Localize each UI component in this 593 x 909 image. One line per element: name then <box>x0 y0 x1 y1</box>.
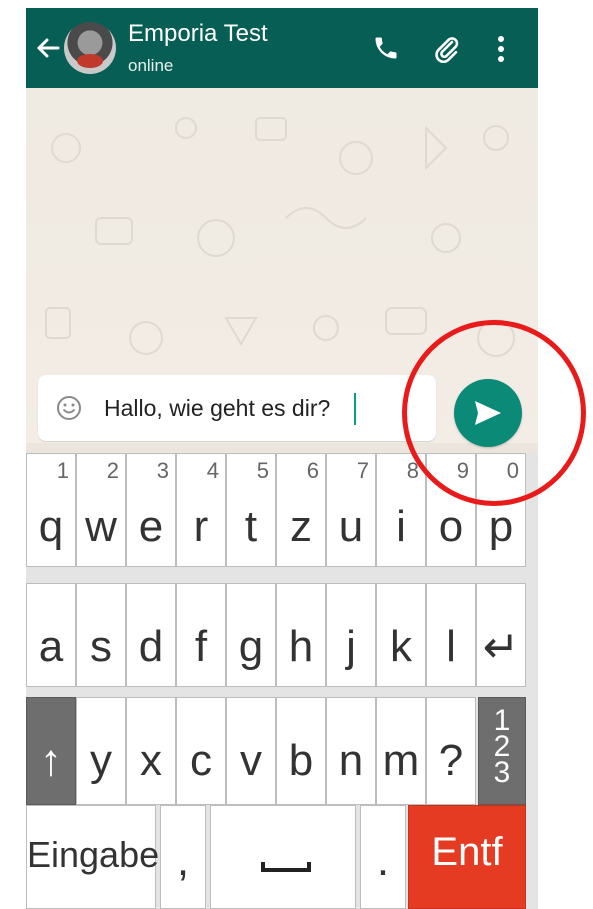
key-d[interactable]: d <box>126 583 176 687</box>
key-label: w <box>85 502 117 551</box>
key-label: m <box>382 736 420 785</box>
key-label: l <box>446 622 456 671</box>
key-x[interactable]: x <box>126 697 176 805</box>
key-label: j <box>346 622 356 671</box>
key-label: o <box>438 502 464 551</box>
key-label: . <box>376 836 390 885</box>
paperclip-icon[interactable] <box>432 34 462 64</box>
key-e[interactable]: 3e <box>126 453 176 567</box>
key-label: f <box>194 622 208 671</box>
message-composer <box>38 375 436 441</box>
key-label: n <box>338 736 364 785</box>
phone-icon[interactable] <box>372 34 400 62</box>
avatar[interactable] <box>64 22 116 74</box>
key-return[interactable]: ↵ <box>476 583 526 687</box>
key-z[interactable]: 6z <box>276 453 326 567</box>
key-question[interactable]: ? <box>426 697 476 805</box>
key-number: 3 <box>156 458 169 483</box>
key-label: u <box>338 502 364 551</box>
key-label: z <box>290 502 312 551</box>
key-number: 7 <box>356 458 369 483</box>
key-number: 4 <box>206 458 219 483</box>
key-j[interactable]: j <box>326 583 376 687</box>
key-k[interactable]: k <box>376 583 426 687</box>
key-s[interactable]: s <box>76 583 126 687</box>
key-label: y <box>90 736 112 785</box>
key-label: ? <box>438 736 464 785</box>
key-c[interactable]: c <box>176 697 226 805</box>
key-label: d <box>138 622 164 671</box>
key-label: x <box>140 736 162 785</box>
avatar-detail <box>77 54 103 68</box>
key-label: b <box>288 736 314 785</box>
key-b[interactable]: b <box>276 697 326 805</box>
key-label: Entf <box>431 830 503 874</box>
key-space[interactable] <box>210 805 356 909</box>
key-label: 1 2 3 <box>493 704 511 789</box>
key-numbers[interactable]: 1 2 3 <box>478 697 526 805</box>
key-t[interactable]: 5t <box>226 453 276 567</box>
key-n[interactable]: n <box>326 697 376 805</box>
return-icon: ↵ <box>482 623 520 672</box>
key-y[interactable]: y <box>76 697 126 805</box>
key-shift[interactable]: ↑ <box>26 697 76 805</box>
key-label: q <box>38 502 64 551</box>
key-q[interactable]: 1q <box>26 453 76 567</box>
space-icon <box>261 862 311 872</box>
keyboard: 1q 2w 3e 4r 5t 6z 7u 8i 9o 0p a s d f g … <box>26 453 538 909</box>
key-label: g <box>238 622 264 671</box>
key-delete[interactable]: Entf <box>408 805 526 909</box>
message-input[interactable] <box>104 393 424 423</box>
contact-status: online <box>128 56 174 75</box>
highlight-circle <box>402 320 586 506</box>
contact-name[interactable]: Emporia Test <box>128 20 268 48</box>
key-a[interactable]: a <box>26 583 76 687</box>
key-label: a <box>38 622 64 671</box>
key-w[interactable]: 2w <box>76 453 126 567</box>
key-u[interactable]: 7u <box>326 453 376 567</box>
key-label: h <box>288 622 314 671</box>
key-label: s <box>90 622 112 671</box>
chat-header: Emporia Test online <box>26 8 538 88</box>
key-number: 2 <box>106 458 119 483</box>
key-f[interactable]: f <box>176 583 226 687</box>
key-g[interactable]: g <box>226 583 276 687</box>
key-period[interactable]: . <box>360 805 406 909</box>
key-number: 5 <box>256 458 269 483</box>
key-v[interactable]: v <box>226 697 276 805</box>
key-number: 6 <box>306 458 319 483</box>
text-cursor <box>354 393 356 425</box>
key-h[interactable]: h <box>276 583 326 687</box>
key-label: k <box>390 622 412 671</box>
key-label: c <box>190 736 212 785</box>
more-vertical-icon[interactable] <box>494 34 508 64</box>
key-m[interactable]: m <box>376 697 426 805</box>
smiley-icon[interactable] <box>56 395 82 421</box>
key-label: p <box>488 502 514 551</box>
key-label: t <box>244 502 258 551</box>
key-label: v <box>240 736 262 785</box>
key-r[interactable]: 4r <box>176 453 226 567</box>
key-label: e <box>138 502 164 551</box>
key-label: Eingabe <box>27 834 160 875</box>
key-comma[interactable]: , <box>160 805 206 909</box>
key-label: r <box>193 502 209 551</box>
key-enter[interactable]: Eingabe <box>26 805 160 909</box>
shift-icon: ↑ <box>40 736 62 785</box>
key-label: , <box>176 836 190 885</box>
key-number: 1 <box>56 458 69 483</box>
arrow-left-icon[interactable] <box>34 34 62 62</box>
key-l[interactable]: l <box>426 583 476 687</box>
key-i[interactable]: 8i <box>376 453 426 567</box>
key-label: i <box>396 502 406 551</box>
